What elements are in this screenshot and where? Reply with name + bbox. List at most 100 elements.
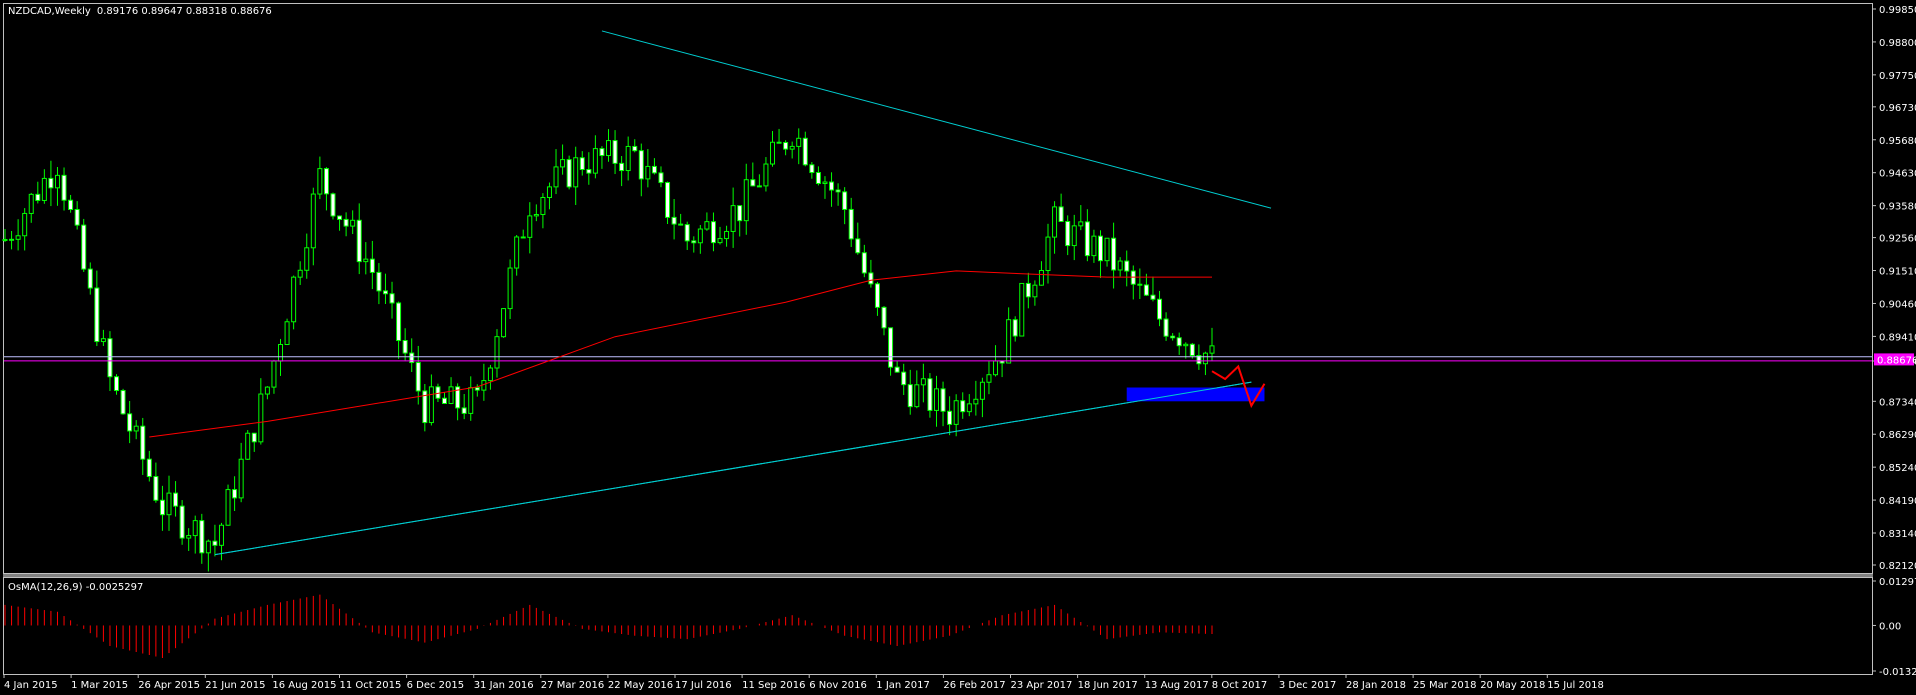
date-label: 22 May 2016	[608, 680, 673, 691]
price-label: 0.90460	[1879, 299, 1916, 310]
candle-body	[829, 181, 835, 191]
candle-body	[87, 268, 93, 289]
candle-body	[107, 338, 113, 378]
candle-body	[199, 520, 205, 554]
candle-body	[527, 215, 533, 238]
candle-body	[737, 205, 743, 222]
price-label: 0.94630	[1879, 169, 1916, 180]
candle-body	[48, 177, 54, 189]
date-label: 13 Aug 2017	[1145, 680, 1209, 691]
candle-body	[343, 218, 349, 227]
candle-body	[560, 159, 566, 168]
candle-body	[278, 344, 284, 362]
ohlc-values: 0.89176 0.89647 0.88318 0.88676	[97, 6, 272, 17]
candle-body	[546, 186, 552, 198]
candle-body	[100, 338, 106, 343]
candle-body	[205, 540, 211, 554]
candle-body	[376, 271, 382, 292]
candle-body	[848, 208, 854, 240]
date-label: 1 Mar 2015	[71, 680, 128, 691]
candle-body	[835, 189, 841, 193]
candle-body	[533, 213, 539, 217]
candle-body	[114, 376, 120, 392]
chart-header: NZDCAD,Weekly 0.89176 0.89647 0.88318 0.8…	[8, 6, 272, 17]
candle-body	[179, 505, 185, 539]
candle	[179, 500, 185, 545]
price-label: 0.99850	[1879, 5, 1916, 16]
candle-body	[933, 388, 939, 411]
candle-body	[448, 386, 454, 404]
candle-body	[389, 293, 395, 304]
candle-body	[973, 398, 979, 405]
date-label: 26 Apr 2015	[138, 680, 200, 691]
candle-body	[822, 181, 828, 185]
candle-body	[815, 172, 821, 185]
candle-body	[415, 362, 421, 392]
candle-body	[186, 535, 192, 539]
candle-body	[1163, 318, 1169, 337]
candle-body	[461, 407, 467, 414]
price-label: 0.89410	[1879, 332, 1916, 343]
candle-body	[783, 141, 789, 150]
candle-body	[1117, 260, 1123, 271]
candle-body	[284, 321, 290, 346]
candle-body	[638, 150, 644, 180]
candle-body	[907, 384, 913, 408]
candle-body	[291, 276, 297, 323]
date-label: 11 Sep 2016	[742, 680, 805, 691]
price-label: 0.95680	[1879, 136, 1916, 147]
osma-label: 0.012979	[1879, 577, 1916, 588]
candle-body	[15, 235, 21, 240]
price-label: 0.83140	[1879, 529, 1916, 540]
date-label: 15 Jul 2018	[1547, 680, 1604, 691]
candle-body	[651, 165, 657, 174]
symbol-label: NZDCAD,Weekly	[8, 6, 91, 17]
candle-body	[369, 258, 375, 273]
candle-body	[22, 212, 28, 237]
candle-body	[901, 371, 907, 386]
candle-body	[350, 219, 356, 227]
date-label: 17 Jul 2016	[675, 680, 732, 691]
candle-body	[796, 137, 802, 147]
candle-body	[671, 216, 677, 225]
candle-body	[960, 400, 966, 413]
candle-body	[619, 162, 625, 172]
candle-body	[861, 252, 867, 274]
candle-body	[54, 174, 60, 189]
candle	[245, 430, 251, 460]
candle-body	[566, 159, 572, 188]
candle-body	[717, 238, 723, 244]
candle-body	[756, 185, 762, 188]
candle	[284, 318, 290, 346]
candle-body	[81, 224, 87, 270]
osma-label: 0.00	[1879, 621, 1901, 632]
candle-body	[173, 492, 179, 507]
candle-body	[986, 374, 992, 383]
candle-body	[159, 499, 165, 516]
candle-body	[979, 381, 985, 400]
candle-body	[428, 386, 434, 424]
candle-body	[927, 378, 933, 411]
candle	[225, 484, 231, 526]
candle-body	[501, 308, 507, 338]
candle-body	[920, 378, 926, 386]
current-price-label: 0.88676	[1877, 355, 1916, 366]
date-label: 16 Aug 2015	[272, 680, 336, 691]
date-label: 20 May 2018	[1480, 680, 1545, 691]
candle-body	[1019, 282, 1025, 337]
candle-body	[133, 425, 139, 432]
price-label: 0.96730	[1879, 103, 1916, 114]
date-label: 1 Jan 2017	[876, 680, 930, 691]
candle-body	[1097, 235, 1103, 262]
candle-body	[953, 400, 959, 425]
price-label: 0.97750	[1879, 71, 1916, 82]
candle-body	[258, 393, 264, 443]
candle-body	[724, 230, 730, 240]
candle-body	[1045, 236, 1051, 272]
candle-body	[993, 360, 999, 376]
candle-body	[68, 199, 74, 211]
candle-body	[599, 148, 605, 157]
date-label: 4 Jan 2015	[4, 680, 58, 691]
candle-body	[74, 209, 80, 226]
candle-body	[914, 384, 920, 408]
